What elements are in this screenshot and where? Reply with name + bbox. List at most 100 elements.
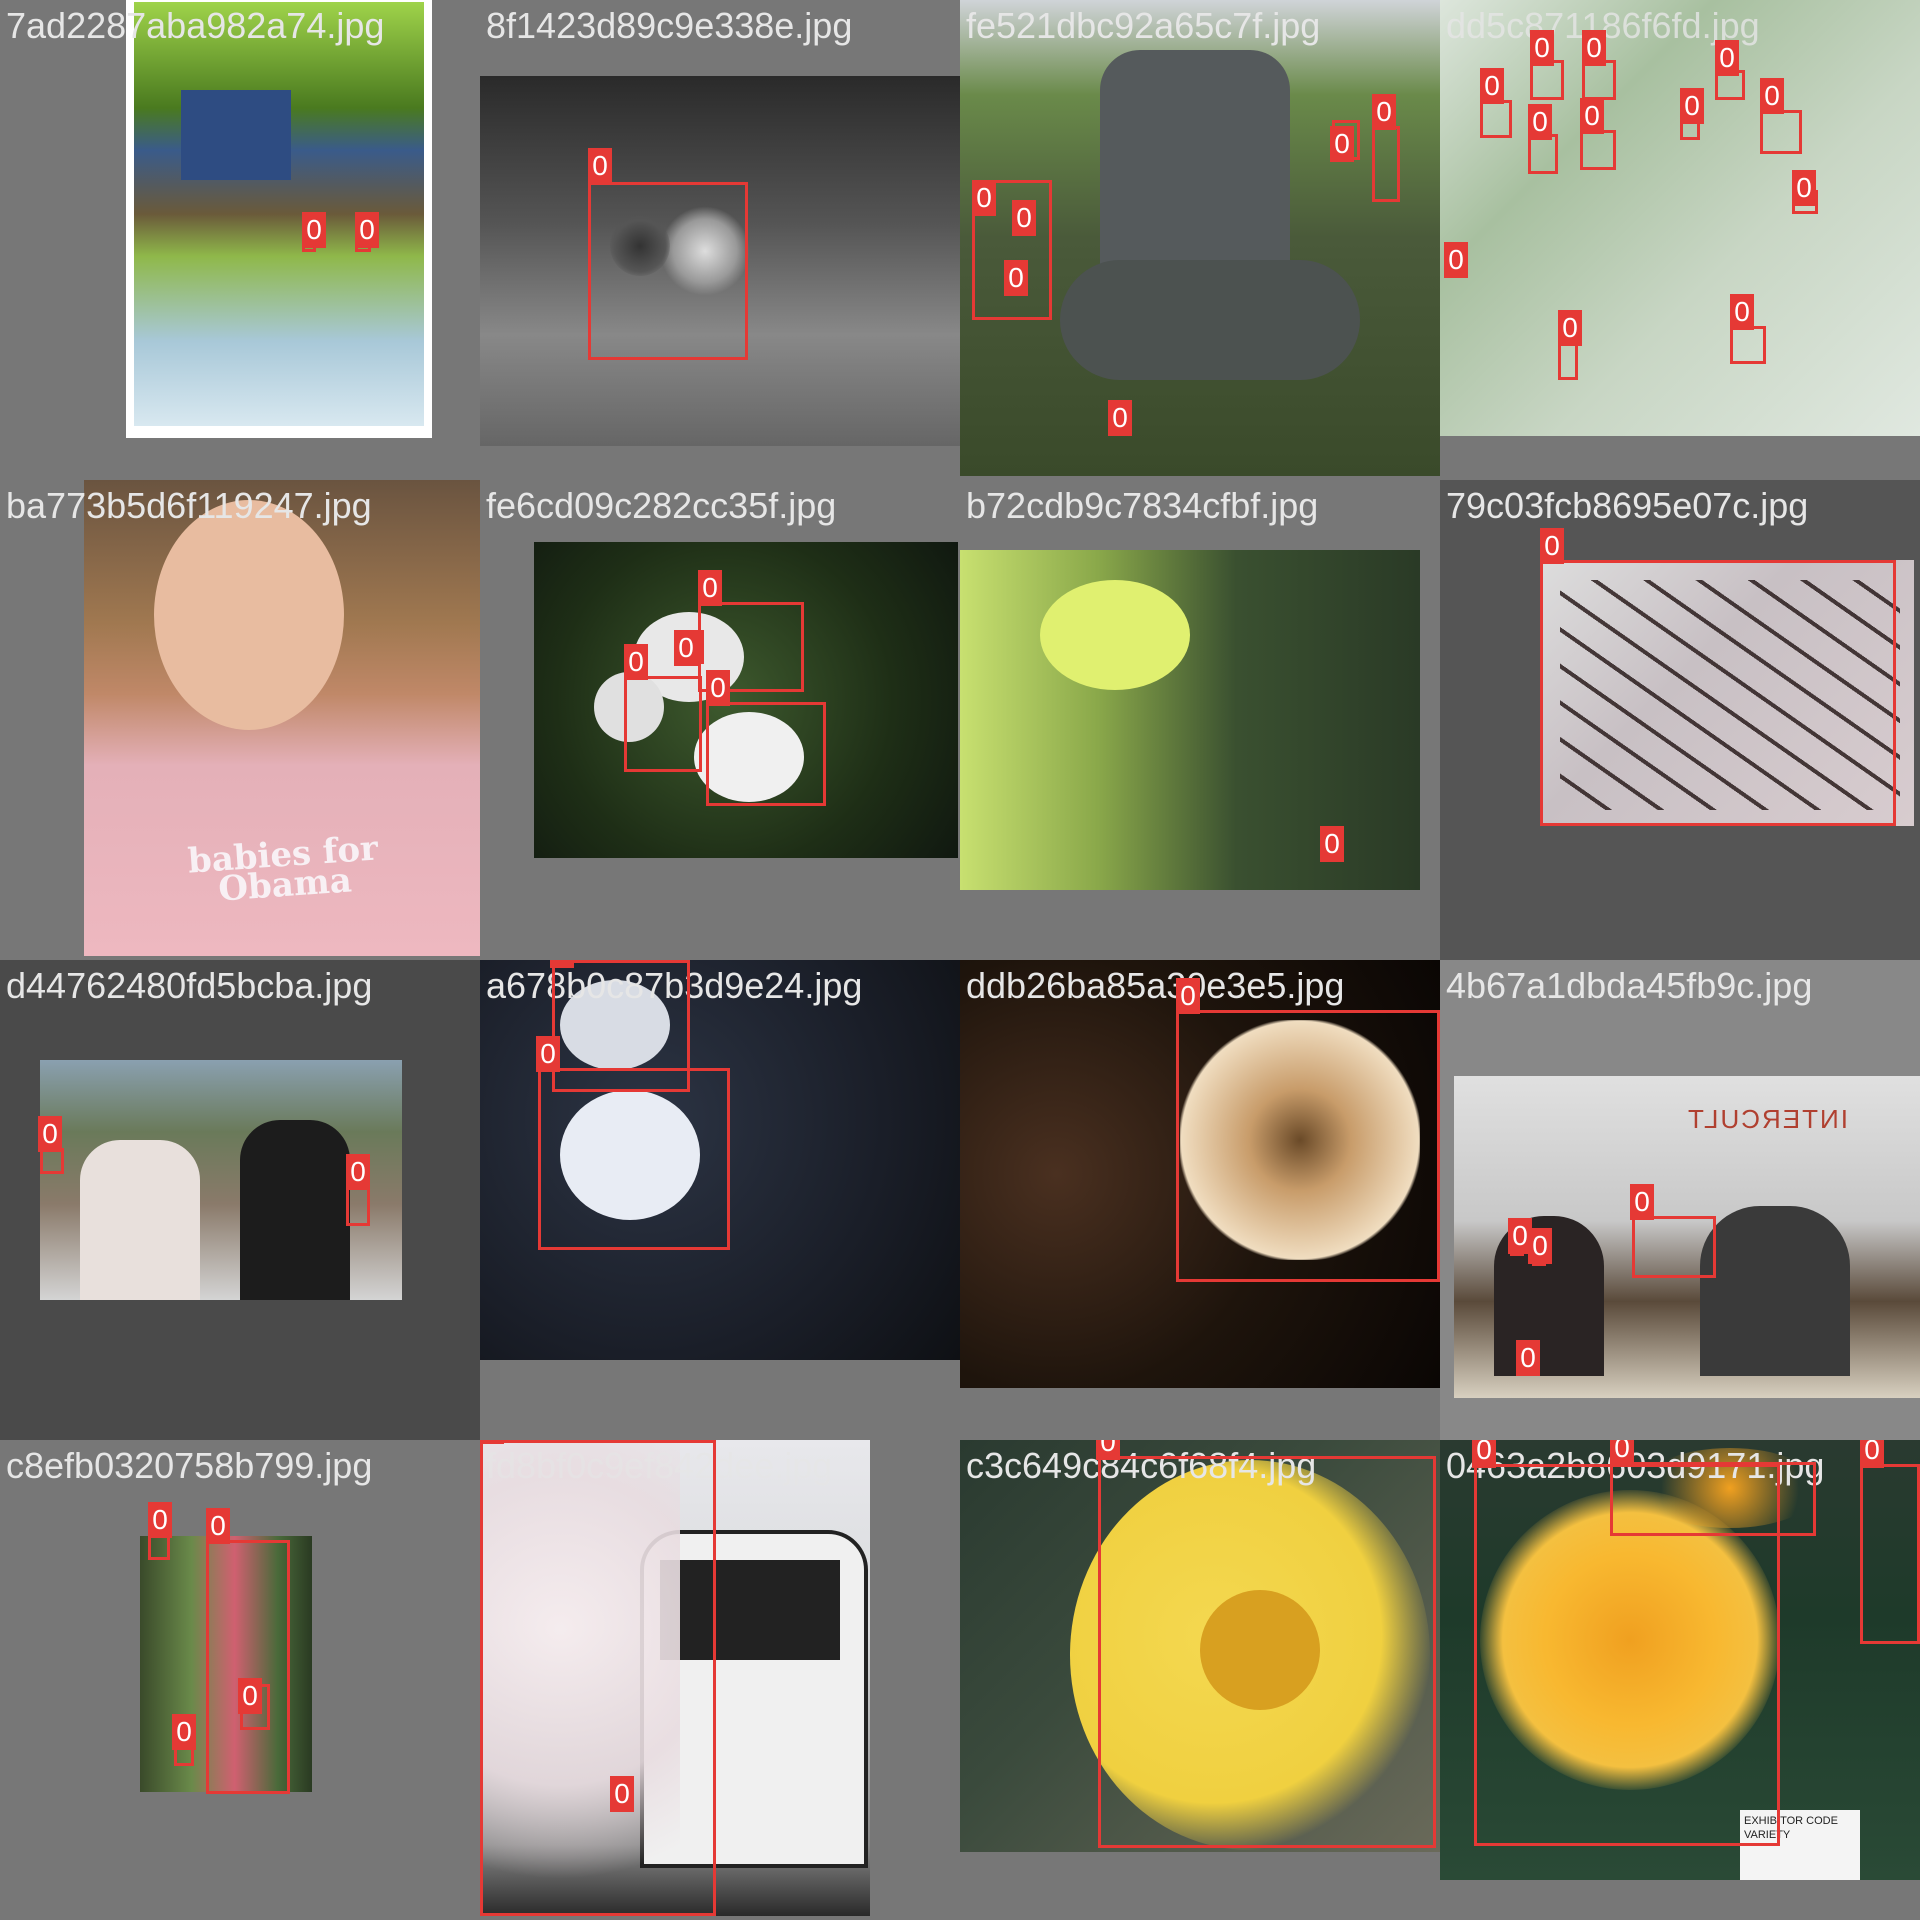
- detection-label: 0: [355, 212, 379, 248]
- detection-label: 0: [550, 960, 574, 968]
- sign-text: INTERCULT: [1686, 1104, 1848, 1134]
- detection-label: 0: [1580, 98, 1604, 134]
- detection-label: 0: [172, 1714, 196, 1750]
- detection-label: 0: [1528, 1228, 1552, 1264]
- tile-15: c3c649c84c6f68f4.jpg 0: [960, 1440, 1440, 1920]
- tile-8-filename: 79c03fcb8695e07c.jpg: [1446, 485, 1809, 526]
- tile-5-filename: ba773b5d6f119247.jpg: [6, 485, 372, 526]
- tile-9: d44762480fd5bcba.jpg 0 0: [0, 960, 480, 1440]
- detection-label: 0: [1516, 1340, 1540, 1376]
- detection-label: 0: [480, 1440, 504, 1444]
- detection-label: 0: [1630, 1184, 1654, 1220]
- detection-label: 0: [1012, 200, 1036, 236]
- tile-4: dd5c871186f6fd.jpg 0 0 0 0 0 0 0 0 0 0 0…: [1440, 0, 1920, 480]
- tile-5-photo: babies for Obama: [84, 480, 480, 956]
- detection-box: [1582, 60, 1616, 100]
- detection-label: 0: [1096, 1440, 1120, 1460]
- tile-10: a678b0c87b3d9e24.jpg 0 0: [480, 960, 960, 1440]
- detection-label: 0: [346, 1154, 370, 1190]
- detection-box: [1730, 326, 1766, 364]
- detection-label: 0: [588, 148, 612, 184]
- detection-label: 0: [1610, 1440, 1634, 1466]
- detection-label: 0: [1530, 30, 1554, 66]
- detection-label: 0: [1540, 528, 1564, 564]
- detection-label: 0: [706, 670, 730, 706]
- detection-label: 0: [1108, 400, 1132, 436]
- tile-12-filename: 4b67a1dbda45fb9c.jpg: [1446, 965, 1813, 1006]
- tile-7: b72cdb9c7834cfbf.jpg 0: [960, 480, 1440, 960]
- detection-box: [538, 1068, 730, 1250]
- detection-box: [1372, 126, 1400, 202]
- detection-label: 0: [1792, 170, 1816, 206]
- detection-box: [1530, 60, 1564, 100]
- detection-label: 0: [1715, 40, 1739, 76]
- detection-label: 0: [1480, 68, 1504, 104]
- detection-box: [706, 702, 826, 806]
- shirt-text: babies for Obama: [186, 828, 380, 910]
- tile-13-filename: c8efb0320758b799.jpg: [6, 1445, 373, 1486]
- detection-box: [1540, 560, 1896, 826]
- tile-12: INTERCULT 4b67a1dbda45fb9c.jpg 0 0 0 0: [1440, 960, 1920, 1440]
- detection-box: [588, 182, 748, 360]
- tile-14: fd8bf0c9ef842dee.jpg 0 0: [480, 1440, 960, 1920]
- tile-1-photo: [126, 0, 432, 438]
- detection-box: [1760, 110, 1802, 154]
- detection-label: 0: [1582, 30, 1606, 66]
- detection-label: 0: [1176, 978, 1200, 1014]
- detection-box: [1610, 1462, 1816, 1536]
- detection-label: 0: [1860, 1440, 1884, 1468]
- detection-label: 0: [972, 180, 996, 216]
- detection-label: 0: [698, 570, 722, 606]
- detection-label: 0: [624, 644, 648, 680]
- tile-6-photo: [534, 542, 958, 858]
- tile-7-photo: [960, 550, 1420, 890]
- tile-3-filename: fe521dbc92a65c7f.jpg: [966, 5, 1321, 46]
- detection-label: 0: [1444, 242, 1468, 278]
- detection-box: [1098, 1456, 1436, 1848]
- image-grid: 7ad2287aba982a74.jpg 0 0 8f1423d89c9e338…: [0, 0, 1920, 1920]
- detection-label: 0: [148, 1502, 172, 1538]
- tile-1-filename: 7ad2287aba982a74.jpg: [6, 5, 385, 46]
- detection-label: 0: [1004, 260, 1028, 296]
- tile-5: babies for Obama ba773b5d6f119247.jpg: [0, 480, 480, 960]
- tile-1: 7ad2287aba982a74.jpg 0 0: [0, 0, 480, 480]
- tile-6-filename: fe6cd09c282cc35f.jpg: [486, 485, 837, 526]
- detection-label: 0: [1760, 78, 1784, 114]
- tile-3: fe521dbc92a65c7f.jpg 0 0 0 0 0 0: [960, 0, 1440, 480]
- detection-box: [1528, 134, 1558, 174]
- tile-16: EXHIBITOR CODE VARIETY 0463a2b8603d9171.…: [1440, 1440, 1920, 1920]
- tile-11: ddb26ba85a30e3e5.jpg 0: [960, 960, 1440, 1440]
- detection-box: [480, 1440, 716, 1916]
- detection-label: 0: [610, 1776, 634, 1812]
- tile-9-filename: d44762480fd5bcba.jpg: [6, 965, 373, 1006]
- detection-label: 0: [1320, 826, 1344, 862]
- detection-box: [1632, 1216, 1716, 1278]
- detection-box: [1558, 340, 1578, 380]
- detection-box: [346, 1186, 370, 1226]
- detection-box: [1480, 100, 1512, 138]
- detection-label: 0: [1680, 88, 1704, 124]
- detection-box: [1176, 1010, 1440, 1282]
- detection-label: 0: [302, 212, 326, 248]
- detection-box: [1580, 130, 1616, 170]
- detection-box: [1860, 1464, 1920, 1644]
- detection-box: [206, 1540, 290, 1794]
- detection-label: 0: [38, 1116, 62, 1152]
- tile-2: 8f1423d89c9e338e.jpg 0: [480, 0, 960, 480]
- tile-11-filename: ddb26ba85a30e3e5.jpg: [966, 965, 1345, 1006]
- detection-label: 0: [1528, 104, 1552, 140]
- tile-8: 79c03fcb8695e07c.jpg 0: [1440, 480, 1920, 960]
- detection-label: 0: [1730, 294, 1754, 330]
- detection-label: 0: [1330, 126, 1354, 162]
- detection-label: 0: [238, 1678, 262, 1714]
- tile-7-filename: b72cdb9c7834cfbf.jpg: [966, 485, 1319, 526]
- detection-label: 0: [206, 1508, 230, 1544]
- detection-label: 0: [536, 1036, 560, 1072]
- detection-box: [624, 676, 702, 772]
- tile-4-photo: [1440, 0, 1920, 436]
- tile-6: fe6cd09c282cc35f.jpg 0 0 0 0: [480, 480, 960, 960]
- detection-label: 0: [674, 630, 698, 666]
- detection-label: 0: [1472, 1440, 1496, 1468]
- detection-label: 0: [1558, 310, 1582, 346]
- detection-label: 0: [1372, 94, 1396, 130]
